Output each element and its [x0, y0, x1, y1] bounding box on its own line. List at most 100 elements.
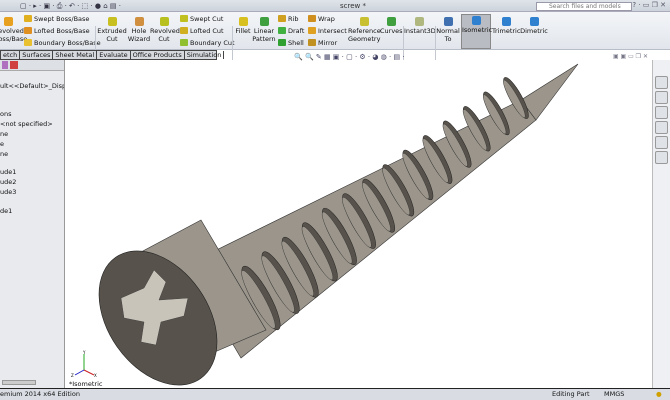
title-bar: ▢ · ▸ · ▣ · ⎙ · ↶ · ⬚ · ● ⌂ ▤ · screw * …	[0, 0, 670, 12]
window-controls[interactable]: ? · ▭ ❐ ✕	[632, 1, 666, 9]
normal-to-button[interactable]: Normal To	[436, 16, 460, 43]
swept-cut-button[interactable]: Swept Cut	[180, 15, 223, 23]
fillet-button[interactable]: Fillet	[234, 16, 252, 35]
wrap-button[interactable]: Wrap	[308, 15, 335, 23]
revolved-boss-icon	[3, 17, 13, 26]
linear-pattern-icon	[259, 17, 269, 26]
shell-button[interactable]: Shell	[278, 39, 304, 47]
boundary-cut-icon	[180, 39, 188, 46]
instant3d-button[interactable]: Instant3D	[404, 16, 436, 35]
triad-x-label: X	[94, 373, 97, 378]
tab-sheet-metal[interactable]: Sheet Metal	[53, 51, 98, 59]
display-manager-icon[interactable]	[10, 61, 18, 69]
viewport-window-controls[interactable]: ▣ ▣ ▭ ❐ ✕	[613, 53, 648, 60]
tree-item-front-plane[interactable]: ne	[0, 130, 8, 138]
status-bar: emium 2014 x64 Edition Editing Part MMGS…	[0, 388, 670, 400]
rebuild-icon[interactable]: ●	[656, 389, 662, 400]
isometric-icon	[471, 16, 481, 25]
swept-cut-icon	[180, 15, 188, 22]
task-pane	[652, 60, 670, 388]
tab-office-products[interactable]: Office Products	[131, 51, 185, 59]
hole-wizard-button[interactable]: Hole Wizard	[127, 16, 151, 43]
lofted-cut-button[interactable]: Lofted Cut	[180, 27, 224, 35]
rib-button[interactable]: Rib	[278, 15, 298, 23]
triad-y-label: Y	[82, 350, 86, 355]
mirror-button[interactable]: Mirror	[308, 39, 337, 47]
edition-text: emium 2014 x64 Edition	[0, 390, 80, 398]
command-tabs: etch Surfaces Sheet Metal Evaluate Offic…	[0, 50, 225, 60]
rib-icon	[278, 15, 286, 22]
units-selector[interactable]: MMGS	[604, 389, 624, 400]
window-title: screw *	[340, 2, 366, 10]
dimetric-button[interactable]: Dimetric	[520, 16, 548, 35]
appearances-icon[interactable]	[655, 136, 668, 149]
shell-icon	[278, 39, 286, 46]
tree-item-configuration[interactable]: ult<<Default>_Displa	[0, 82, 64, 90]
screw-model[interactable]	[66, 60, 652, 388]
heads-up-view-toolbar[interactable]: 🔍 🔍 ✎ ▦ ▣ · ▢ · ⚙ · ◕ ◍ · ▤ ·	[294, 53, 405, 61]
help-icon[interactable]: ?	[632, 1, 636, 9]
tree-item-material[interactable]: <not specified>	[0, 120, 53, 128]
tree-item-extrude1[interactable]: ude1	[0, 168, 16, 176]
curves-button[interactable]: Curves	[380, 16, 403, 35]
manager-tabs[interactable]	[0, 60, 64, 71]
trimetric-icon	[501, 17, 511, 26]
swept-boss-button[interactable]: Swept Boss/Base	[24, 15, 89, 23]
tree-item-right-plane[interactable]: ne	[0, 150, 8, 158]
view-orientation-label: *Isometric	[69, 380, 103, 388]
revolved-boss-button[interactable]: Revolved Boss/Base	[0, 16, 27, 43]
mirror-icon	[308, 39, 316, 46]
curves-icon	[386, 17, 396, 26]
triad-z-label: Z	[71, 373, 74, 378]
trimetric-button[interactable]: Trimetric	[492, 16, 520, 35]
tab-evaluate[interactable]: Evaluate	[97, 51, 131, 59]
screw-tip	[520, 63, 579, 121]
tree-item-extrude2[interactable]: ude2	[0, 178, 16, 186]
tree-item-extrude3[interactable]: ude3	[0, 188, 16, 196]
draft-icon	[278, 27, 286, 34]
tab-simulation[interactable]: Simulation	[185, 51, 225, 59]
intersect-button[interactable]: Intersect	[308, 27, 347, 35]
intersect-icon	[308, 27, 316, 34]
design-library-icon[interactable]	[655, 91, 668, 104]
isometric-button[interactable]: Isometric	[461, 14, 492, 49]
revolved-cut-button[interactable]: Revolved Cut	[150, 16, 180, 43]
reference-geometry-button[interactable]: Reference Geometry	[348, 16, 381, 43]
view-palette-icon[interactable]	[655, 121, 668, 134]
search-input[interactable]: Search files and models	[536, 2, 632, 11]
extruded-cut-icon	[107, 17, 117, 26]
extruded-cut-button[interactable]: Extruded Cut	[97, 16, 127, 43]
resources-icon[interactable]	[655, 76, 668, 89]
tree-item-annotations[interactable]: ons	[0, 110, 11, 118]
quick-access-toolbar[interactable]: ▢ · ▸ · ▣ · ⎙ · ↶ · ⬚ · ● ⌂ ▤ ·	[20, 2, 121, 11]
instant3d-icon	[414, 17, 424, 26]
mode-text: Editing Part	[552, 390, 590, 398]
tree-item-cut-extrude1[interactable]: de1	[0, 207, 12, 215]
draft-button[interactable]: Draft	[278, 27, 304, 35]
command-manager-ribbon: Revolved Boss/Base Swept Boss/Base Lofte…	[0, 12, 670, 60]
lofted-boss-icon	[24, 27, 32, 34]
boundary-boss-button[interactable]: Boundary Boss/Base	[24, 39, 101, 47]
lofted-cut-icon	[180, 27, 188, 34]
tree-scrollbar[interactable]	[2, 380, 36, 385]
hole-wizard-icon	[134, 17, 144, 26]
graphics-viewport[interactable]: 🔍 🔍 ✎ ▦ ▣ · ▢ · ⚙ · ◕ ◍ · ▤ · ▣ ▣ ▭ ❐ ✕ …	[66, 53, 652, 388]
triad-axes-icon: Y X Z	[71, 350, 97, 378]
property-manager-icon[interactable]	[2, 61, 8, 69]
file-explorer-icon[interactable]	[655, 106, 668, 119]
tab-surfaces[interactable]: Surfaces	[20, 51, 54, 59]
feature-manager-tree: ult<<Default>_Displa ons <not specified>…	[0, 60, 65, 388]
revolved-cut-icon	[159, 17, 169, 26]
normal-to-icon	[443, 17, 453, 26]
linear-pattern-button[interactable]: Linear Pattern	[252, 16, 276, 43]
tab-sketch[interactable]: etch	[1, 51, 21, 59]
boundary-cut-button[interactable]: Boundary Cut	[180, 39, 235, 47]
swept-boss-icon	[24, 15, 32, 22]
reference-geometry-icon	[359, 17, 369, 26]
lofted-boss-button[interactable]: Lofted Boss/Base	[24, 27, 90, 35]
fillet-icon	[238, 17, 248, 26]
custom-properties-icon[interactable]	[655, 151, 668, 164]
tree-item-top-plane[interactable]: e	[0, 140, 4, 148]
dimetric-icon	[529, 17, 539, 26]
wrap-icon	[308, 15, 316, 22]
